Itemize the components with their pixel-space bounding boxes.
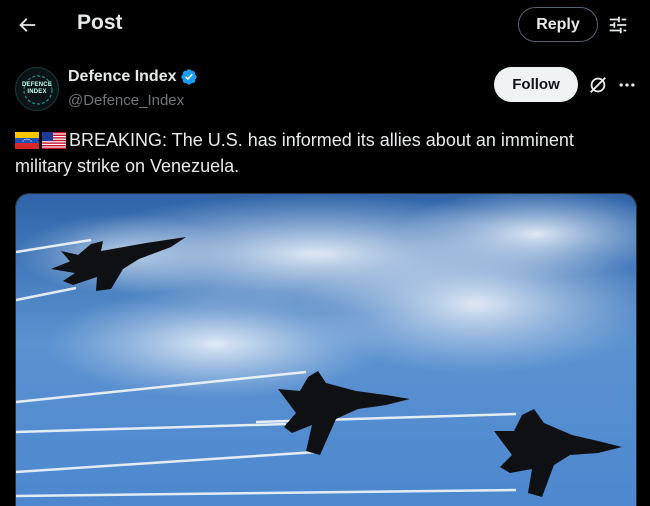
back-button[interactable] bbox=[10, 8, 44, 42]
more-options-button[interactable] bbox=[614, 73, 640, 97]
avatar-text-line-2: INDEX bbox=[27, 89, 47, 95]
post-header: Post Reply bbox=[0, 0, 650, 50]
fighter-jets-photo bbox=[16, 194, 636, 506]
author-handle[interactable]: @Defence_Index bbox=[68, 92, 184, 109]
grok-icon bbox=[590, 77, 606, 93]
author-name-text: Defence Index bbox=[68, 68, 177, 85]
tweet-text: BREAKING: The U.S. has informed its alli… bbox=[15, 127, 635, 179]
follow-button[interactable]: Follow bbox=[494, 67, 578, 102]
page-title: Post bbox=[77, 11, 123, 34]
reply-button[interactable]: Reply bbox=[518, 7, 598, 42]
more-dots-icon bbox=[619, 83, 635, 87]
author-name[interactable]: Defence Index bbox=[68, 68, 198, 86]
settings-button[interactable] bbox=[604, 11, 632, 39]
verified-badge-icon bbox=[181, 69, 198, 85]
venezuela-flag-icon bbox=[15, 132, 39, 149]
avatar-text-line-1: DEFENCE bbox=[21, 82, 53, 88]
arrow-left-icon bbox=[19, 18, 36, 32]
avatar[interactable]: DEFENCE INDEX bbox=[15, 67, 59, 111]
sliders-icon bbox=[609, 16, 627, 34]
us-flag-icon bbox=[42, 132, 66, 149]
tweet-text-body: BREAKING: The U.S. has informed its alli… bbox=[15, 130, 574, 176]
grok-button[interactable] bbox=[586, 73, 610, 97]
tweet-media-photo[interactable] bbox=[15, 193, 637, 506]
